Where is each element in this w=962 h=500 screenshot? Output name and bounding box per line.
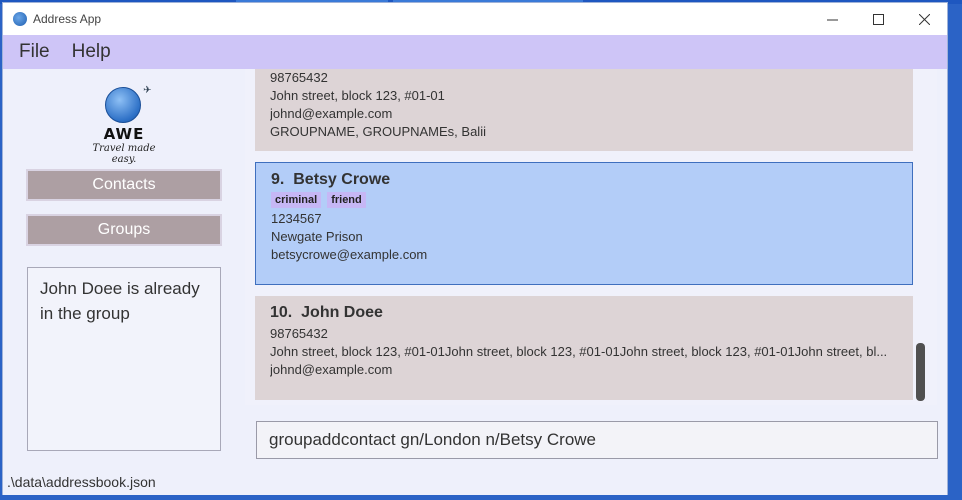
app-window: Address App File Help ✈ AWE Travel made … [2, 2, 948, 495]
contact-card[interactable]: 98765432 John street, block 123, #01-01 … [255, 69, 913, 151]
sidebar: ✈ AWE Travel made easy. Contacts Groups … [3, 69, 243, 463]
contact-name: Betsy Crowe [293, 171, 391, 188]
menu-help[interactable]: Help [72, 41, 111, 63]
contact-phone: 98765432 [270, 326, 328, 341]
contact-address: John street, block 123, #01-01John stree… [270, 344, 888, 359]
title-bar: Address App [3, 3, 947, 35]
status-file-path: .\data\addressbook.json [7, 474, 156, 490]
contact-address: John street, block 123, #01-01 [270, 88, 445, 103]
contact-card-selected[interactable]: 9. Betsy Crowe criminal friend 1234567 N… [255, 162, 913, 285]
window-controls [809, 3, 947, 35]
command-input[interactable]: groupaddcontact gn/London n/Betsy Crowe [256, 421, 938, 459]
scrollbar-thumb[interactable] [916, 343, 925, 401]
contact-name: John Doee [301, 304, 383, 321]
tag-badge: friend [327, 192, 366, 208]
airplane-icon: ✈ [143, 85, 152, 96]
contact-phone: 1234567 [271, 211, 322, 226]
window-title: Address App [33, 12, 102, 26]
close-icon[interactable] [901, 3, 947, 35]
logo-tagline: Travel made easy. [92, 143, 156, 165]
contact-email: johnd@example.com [270, 362, 393, 377]
contact-index: 10. [270, 304, 293, 321]
contact-list[interactable]: 98765432 John street, block 123, #01-01 … [245, 69, 937, 405]
menu-bar: File Help [3, 35, 947, 69]
contact-name-row: 10. John Doee [270, 302, 898, 324]
contact-address: Newgate Prison [271, 229, 363, 244]
app-globe-icon [13, 12, 27, 26]
contact-tags: criminal friend [271, 192, 897, 208]
main-content: ✈ AWE Travel made easy. Contacts Groups … [3, 69, 947, 463]
contact-email: betsycrowe@example.com [271, 247, 428, 262]
result-display: John Doee is already in the group [27, 267, 221, 451]
logo-brand: AWE [103, 125, 145, 143]
contact-phone: 98765432 [270, 70, 328, 85]
menu-file[interactable]: File [19, 41, 50, 63]
minimize-icon[interactable] [809, 3, 855, 35]
contact-card[interactable]: 10. John Doee 98765432 John street, bloc… [255, 296, 913, 400]
tag-badge: criminal [271, 192, 322, 208]
app-logo: ✈ AWE Travel made easy. [81, 81, 167, 165]
contacts-button[interactable]: Contacts [26, 169, 222, 201]
contact-email: johnd@example.com [270, 106, 393, 121]
status-bar: .\data\addressbook.json [3, 469, 947, 495]
contact-index: 9. [271, 171, 285, 188]
globe-icon [105, 87, 141, 123]
contact-name-row: 9. Betsy Crowe [271, 169, 897, 191]
contact-groups: GROUPNAME, GROUPNAMEs, Balii [270, 124, 486, 139]
maximize-icon[interactable] [855, 3, 901, 35]
groups-button[interactable]: Groups [26, 214, 222, 246]
